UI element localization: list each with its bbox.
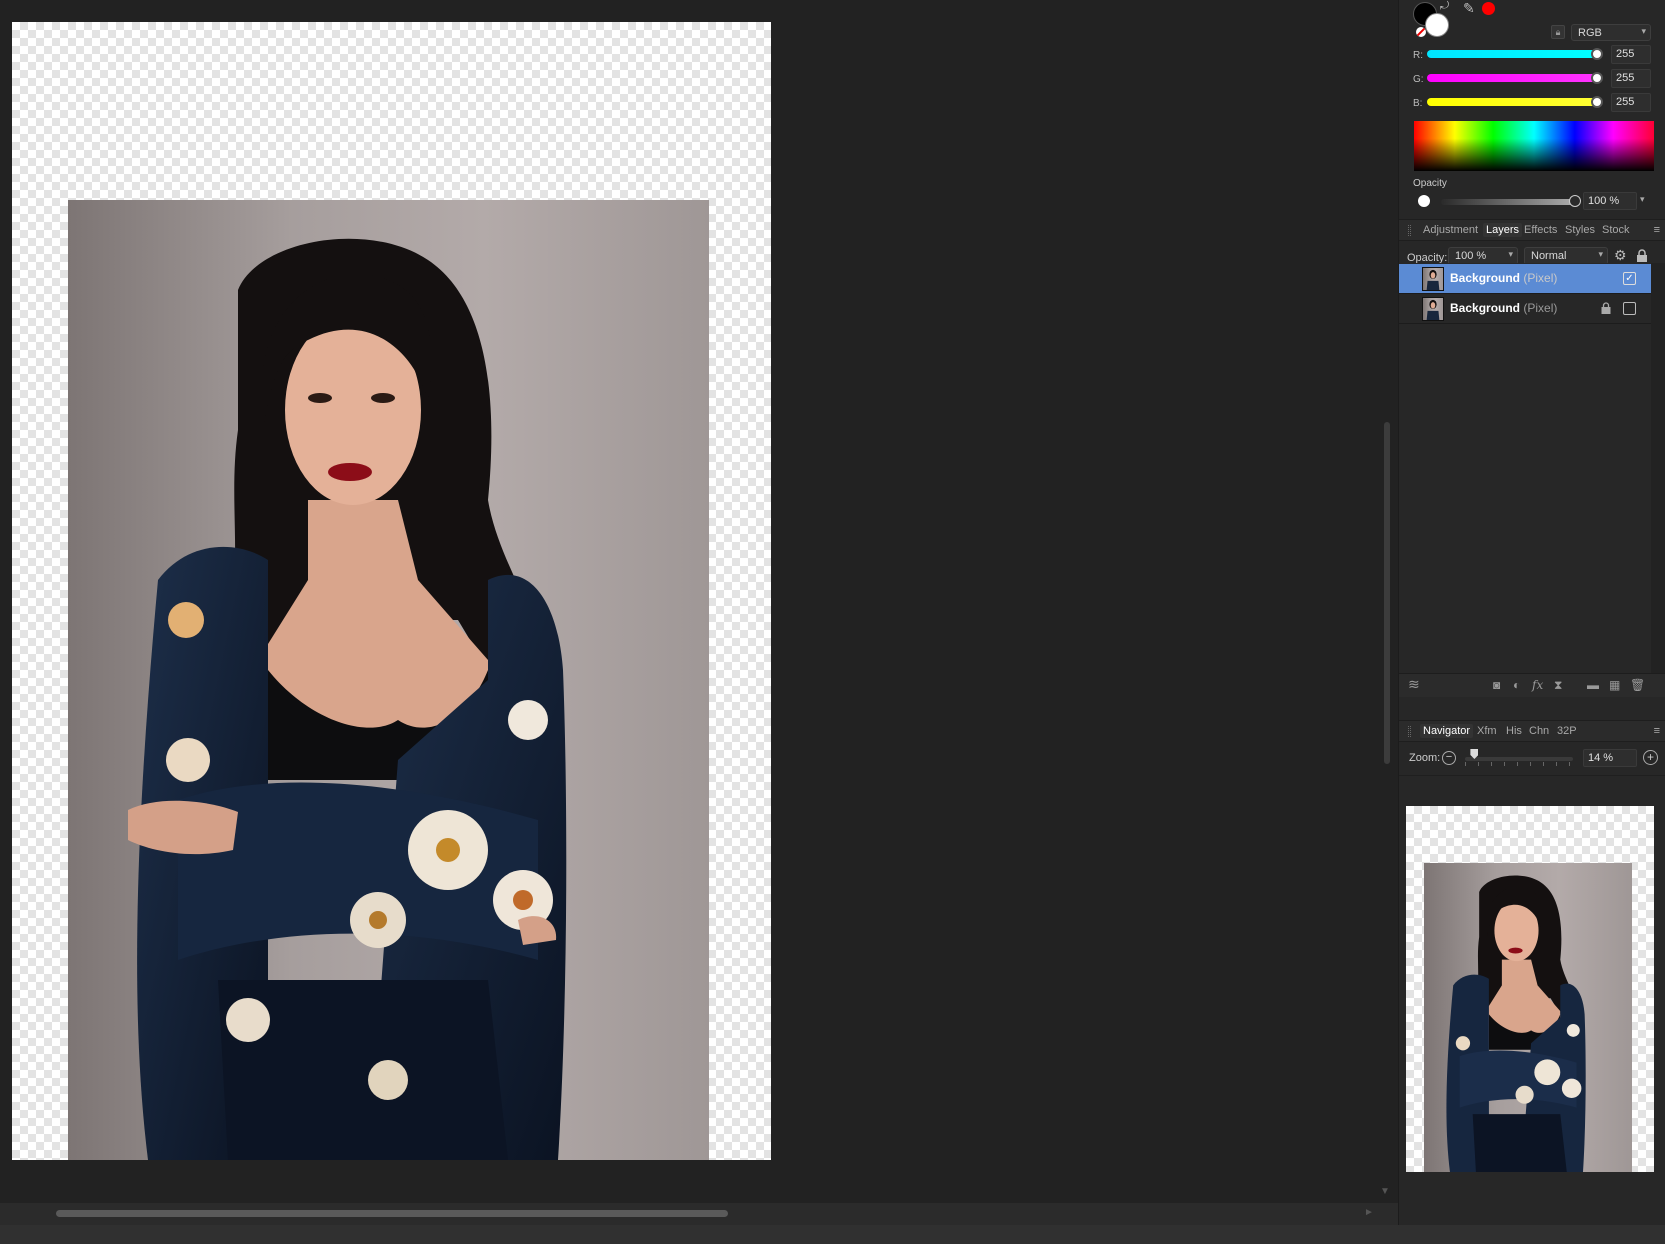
channel-label: B: [1413, 98, 1423, 109]
channel-value[interactable]: 255 [1611, 93, 1651, 112]
layer-name: Background [1450, 301, 1521, 315]
lock-icon[interactable]: 🔒︎ [1551, 25, 1565, 39]
zoom-slider[interactable] [1465, 757, 1573, 761]
zoom-slider-ticks [1465, 762, 1573, 766]
tab-navigator[interactable]: Navigator [1420, 724, 1474, 738]
chevron-down-icon: ▾ [1598, 249, 1603, 259]
picked-color-swatch[interactable] [1482, 2, 1495, 15]
layer-visibility-checkbox[interactable] [1623, 302, 1636, 315]
zoom-value[interactable]: 14 % [1583, 749, 1637, 767]
panel-grip-icon[interactable] [1408, 726, 1411, 737]
navigator-photo [1424, 863, 1632, 1172]
gear-icon[interactable]: ⚙ [1614, 247, 1627, 264]
color-opacity-label: Opacity [1413, 178, 1447, 189]
zoom-out-icon[interactable]: − [1442, 751, 1456, 765]
channel-label: G: [1413, 74, 1424, 85]
color-opacity-value[interactable]: 100 % [1583, 192, 1637, 210]
layer-name: Background [1450, 271, 1521, 285]
chevron-down-icon[interactable]: ▾ [1640, 194, 1645, 205]
group-folder-icon[interactable]: ▬ [1587, 678, 1599, 692]
pixel-layer-icon[interactable]: ▦ [1609, 678, 1620, 692]
channel-slider[interactable] [1427, 74, 1597, 82]
channel-slider[interactable] [1427, 98, 1597, 106]
navigator-divider [1399, 775, 1665, 776]
layer-lock-icon[interactable] [1601, 302, 1611, 314]
tab-styles[interactable]: Styles [1562, 223, 1598, 237]
tab-32bit-preview[interactable]: 32P [1554, 724, 1580, 738]
chevron-down-icon: ▾ [1508, 249, 1513, 259]
layer-type: (Pixel) [1523, 301, 1558, 315]
no-color-icon[interactable] [1416, 27, 1426, 37]
background-color-swatch[interactable] [1425, 13, 1449, 37]
tab-adjustment[interactable]: Adjustment [1420, 223, 1481, 237]
adjustment-icon[interactable]: ◐ [1513, 678, 1520, 692]
vertical-scrollbar[interactable] [1384, 422, 1390, 764]
tab-channels[interactable]: Chn [1526, 724, 1552, 738]
lock-icon[interactable] [1636, 249, 1648, 262]
tab-layers[interactable]: Layers [1483, 223, 1523, 237]
layer-visibility-checkbox[interactable]: ✓ [1623, 272, 1636, 285]
layer-thumbnail [1422, 297, 1444, 321]
layers-list[interactable] [1399, 263, 1651, 673]
channel-label: R: [1413, 50, 1423, 61]
portrait-photo [128, 238, 567, 1160]
color-spectrum[interactable] [1414, 121, 1654, 171]
layer-row-background-2[interactable]: Background (Pixel) [1399, 294, 1651, 324]
color-opacity-knob[interactable] [1569, 195, 1581, 207]
layers-toolbar: ≋ ◙ ◐ fx ⧗ ▬ ▦ 🗑︎ [1399, 673, 1665, 697]
eyedropper-icon[interactable]: ✎ [1463, 0, 1475, 17]
navigator-tabs-bar: Navigator Xfm His Chn 32P ≡ [1399, 720, 1665, 742]
right-studio-panel: ⤾ ✎ 🔒︎ RGB ▾ R: 255 G: 255 B: 255 Opacity 100… [1398, 0, 1665, 1225]
status-bar [0, 1225, 1665, 1244]
layer-type: (Pixel) [1523, 271, 1558, 285]
navigator-preview[interactable] [1406, 806, 1654, 1172]
tab-history[interactable]: His [1503, 724, 1525, 738]
horizontal-scroll-track[interactable]: ► [0, 1203, 1398, 1225]
panel-menu-icon[interactable]: ≡ [1654, 224, 1660, 236]
layer-row-background-1[interactable]: Background (Pixel) ✓ [1399, 264, 1651, 294]
swap-colors-icon[interactable]: ⤾ [1440, 0, 1449, 13]
photo-layer[interactable] [68, 200, 709, 1160]
chevron-down-icon: ▾ [1641, 26, 1646, 36]
color-opacity-slider[interactable] [1441, 199, 1573, 205]
channel-slider-knob[interactable] [1591, 48, 1603, 60]
tab-transform[interactable]: Xfm [1474, 724, 1500, 738]
tab-stock[interactable]: Stock [1599, 223, 1633, 237]
tab-effects[interactable]: Effects [1521, 223, 1560, 237]
scroll-down-arrow-icon[interactable]: ▼ [1380, 1186, 1390, 1197]
fx-icon[interactable]: fx [1532, 678, 1543, 692]
layers-stack-icon[interactable]: ≋ [1408, 676, 1420, 693]
zoom-in-icon[interactable]: + [1643, 750, 1658, 765]
scroll-right-arrow-icon[interactable]: ► [1364, 1207, 1374, 1218]
layers-list-gutter [1651, 263, 1665, 673]
live-filter-icon[interactable]: ⧗ [1554, 678, 1562, 693]
color-model-select[interactable]: RGB ▾ [1571, 24, 1651, 41]
layer-thumbnail [1422, 267, 1444, 291]
channel-value[interactable]: 255 [1611, 69, 1651, 88]
blend-mode-value: Normal [1531, 250, 1567, 262]
trash-icon[interactable]: 🗑︎ [1630, 678, 1645, 692]
studio-tabs-bar: Adjustment Layers Effects Styles Stock ≡ [1399, 219, 1665, 241]
panel-grip-icon[interactable] [1408, 225, 1411, 236]
channel-slider-knob[interactable] [1591, 96, 1603, 108]
channel-slider[interactable] [1427, 50, 1597, 58]
zoom-label: Zoom: [1409, 752, 1441, 764]
document-canvas[interactable] [12, 22, 771, 1160]
horizontal-scrollbar[interactable] [56, 1210, 728, 1217]
canvas-area[interactable]: ▼ [0, 0, 1398, 1203]
color-model-value: RGB [1578, 27, 1602, 39]
channel-value[interactable]: 255 [1611, 45, 1651, 64]
panel-menu-icon[interactable]: ≡ [1654, 725, 1660, 737]
layer-opacity-value: 100 % [1455, 250, 1487, 262]
opacity-white-dot-icon [1418, 195, 1430, 207]
mask-icon[interactable]: ◙ [1493, 678, 1500, 692]
channel-slider-knob[interactable] [1591, 72, 1603, 84]
